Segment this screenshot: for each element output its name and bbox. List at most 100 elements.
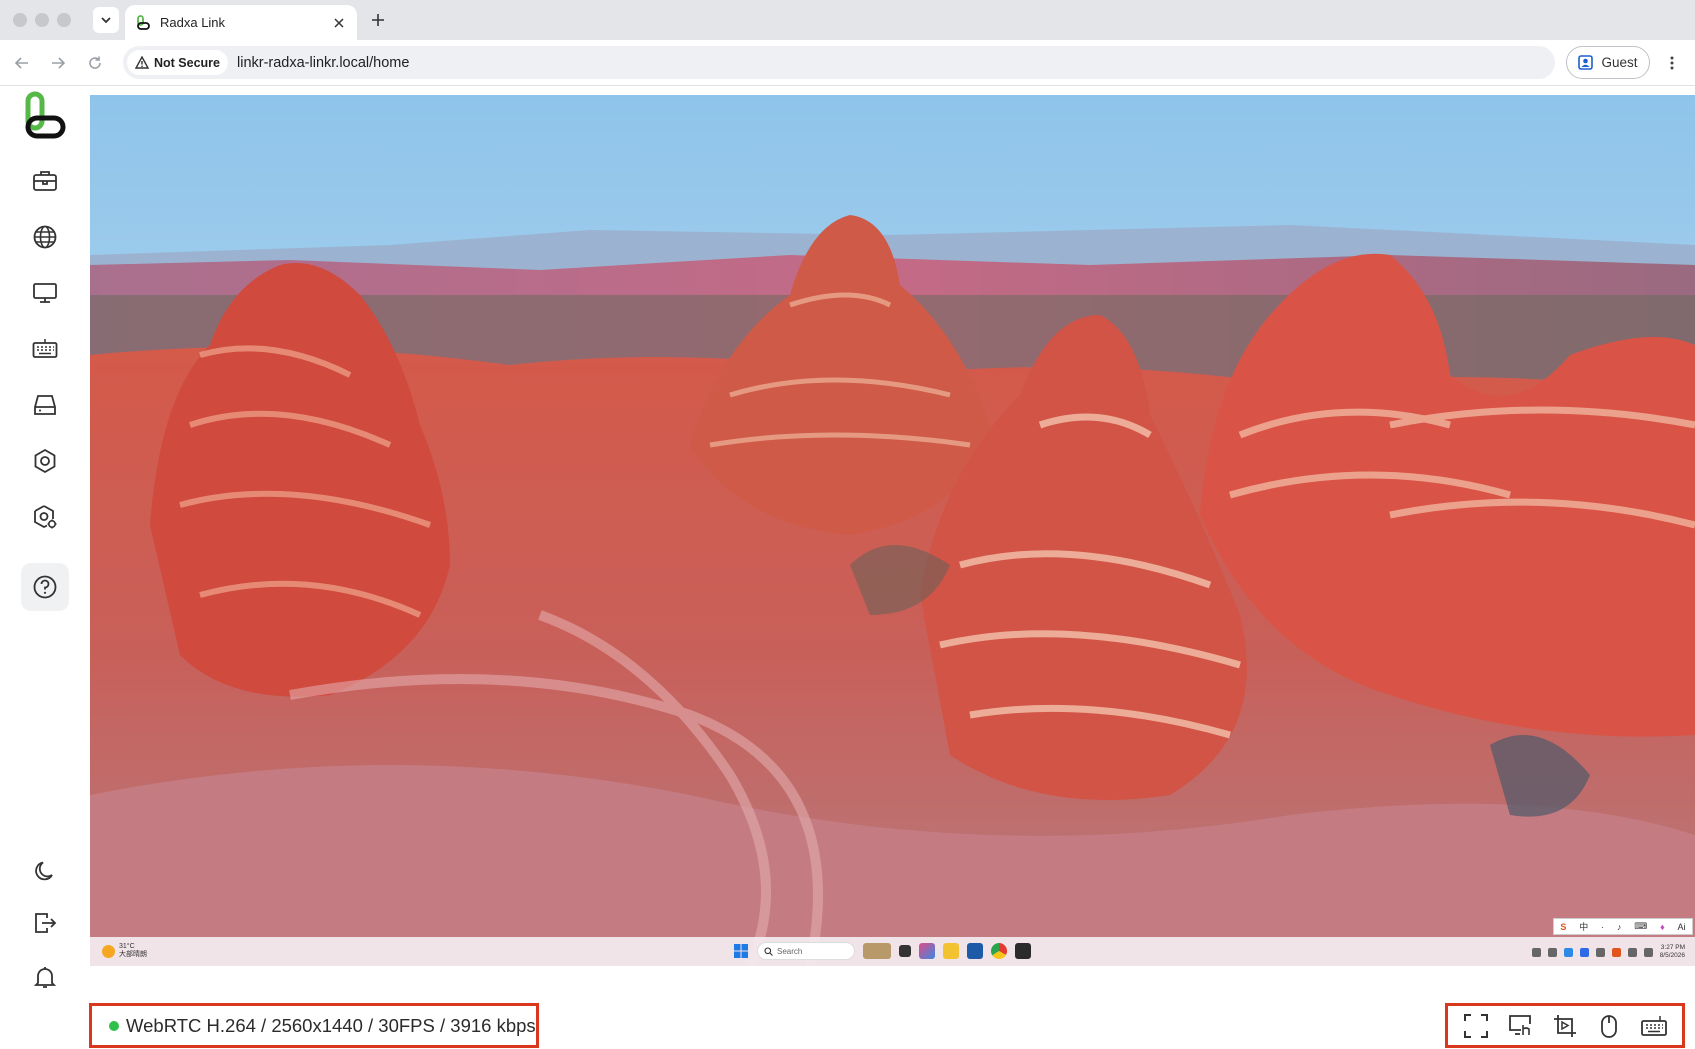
close-icon <box>334 17 344 28</box>
stream-status-bar: WebRTC H.264 / 2560x1440 / 30FPS / 3916 … <box>89 966 1695 1049</box>
notifications-button[interactable] <box>21 953 69 1001</box>
chrome-app-icon[interactable] <box>991 943 1007 959</box>
profile-badge-icon <box>1578 55 1594 70</box>
volume-icon[interactable] <box>1643 947 1653 957</box>
terminal-app-icon[interactable] <box>1015 943 1031 959</box>
ime-item[interactable]: · <box>1601 922 1604 932</box>
sidebar-item-help[interactable] <box>21 563 69 611</box>
address-bar[interactable]: Not Secure linkr-radxa-linkr.local/home <box>123 46 1555 79</box>
tab-close-button[interactable] <box>331 15 347 31</box>
app-sidebar <box>0 87 89 1049</box>
reload-button[interactable] <box>83 51 107 75</box>
browser-menu-button[interactable] <box>1662 51 1682 75</box>
tray-app-icon[interactable] <box>1611 947 1621 957</box>
ime-item[interactable]: Ai <box>1678 922 1686 932</box>
copilot-app-icon[interactable] <box>919 943 935 959</box>
browser-toolbar: Not Secure linkr-radxa-linkr.local/home … <box>0 40 1695 86</box>
forward-button[interactable] <box>46 51 70 75</box>
screen-touch-icon <box>1508 1014 1531 1035</box>
browser-tab[interactable]: Radxa Link <box>125 5 357 40</box>
taskbar-search[interactable]: Search <box>757 942 855 960</box>
sidebar-item-storage[interactable] <box>21 381 69 429</box>
virtual-keyboard-button[interactable] <box>1639 1011 1669 1041</box>
sidebar-item-display[interactable] <box>21 269 69 317</box>
browser-tab-strip: Radxa Link <box>0 0 1695 40</box>
plus-icon <box>372 14 384 26</box>
window-minimize-dot[interactable] <box>35 13 49 27</box>
weather-temperature: 31°C <box>119 943 135 950</box>
sun-icon <box>102 944 115 958</box>
theme-toggle-button[interactable] <box>21 847 69 895</box>
bluetooth-icon[interactable] <box>1579 947 1589 957</box>
profile-button[interactable]: Guest <box>1566 46 1650 79</box>
warning-triangle-icon <box>135 56 149 69</box>
store-app-icon[interactable] <box>967 943 983 959</box>
keyboard-icon <box>32 339 58 358</box>
moon-icon <box>35 861 53 881</box>
ime-item[interactable]: ♦ <box>1660 922 1665 932</box>
device-settings-icon <box>34 505 57 529</box>
taskbar-apps: Search <box>733 942 1031 960</box>
bell-icon <box>33 967 57 988</box>
weather-widget[interactable]: 31°C 大部晴朗 <box>102 943 147 959</box>
fullscreen-button[interactable] <box>1461 1011 1491 1041</box>
sidebar-item-network[interactable] <box>21 213 69 261</box>
more-vertical-icon <box>1670 56 1674 70</box>
tab-search-button[interactable] <box>93 7 119 33</box>
connection-status-dot <box>109 1020 119 1031</box>
search-icon <box>764 946 773 956</box>
profile-label: Guest <box>1601 55 1638 70</box>
window-zoom-dot[interactable] <box>57 13 71 27</box>
tray-app-icon[interactable] <box>1595 947 1605 957</box>
ime-item[interactable]: S <box>1560 922 1566 932</box>
logout-icon <box>35 913 57 933</box>
window-close-dot[interactable] <box>13 13 27 27</box>
remote-desktop-view[interactable]: S 中 · ♪ ⌨ ♦ Ai 31°C 大部晴朗 Search 3:27 PM … <box>90 95 1695 966</box>
clock-time: 3:27 PM <box>1660 944 1685 951</box>
new-tab-button[interactable] <box>366 8 390 32</box>
arrow-left-icon <box>14 57 28 69</box>
sidebar-item-settings[interactable] <box>21 437 69 485</box>
network-icon[interactable] <box>1627 947 1637 957</box>
screen-touch-button[interactable] <box>1506 1011 1536 1041</box>
storage-drive-icon <box>34 395 56 415</box>
weather-condition: 大部晴朗 <box>119 951 147 958</box>
desktop-wallpaper <box>90 95 1695 966</box>
mouse-mode-button[interactable] <box>1594 1011 1624 1041</box>
tray-expand-icon[interactable] <box>1531 947 1541 957</box>
ime-item[interactable]: ♪ <box>1617 922 1622 932</box>
arrow-right-icon <box>52 57 66 69</box>
monitor-icon <box>33 283 57 303</box>
widgets-app-icon[interactable] <box>863 943 891 959</box>
sidebar-item-device-settings[interactable] <box>21 493 69 541</box>
back-button[interactable] <box>10 51 34 75</box>
windows-taskbar: 31°C 大部晴朗 Search 3:27 PM 8/5/2026 <box>90 937 1695 966</box>
help-icon <box>33 575 57 599</box>
stream-info-text: WebRTC H.264 / 2560x1440 / 30FPS / 3916 … <box>126 1014 536 1036</box>
stream-info-box: WebRTC H.264 / 2560x1440 / 30FPS / 3916 … <box>89 1003 539 1048</box>
url-text[interactable]: linkr-radxa-linkr.local/home <box>237 55 409 71</box>
toolbox-icon <box>33 171 57 191</box>
ime-item[interactable]: ⌨ <box>1634 921 1647 932</box>
windows-start-icon[interactable] <box>733 943 749 959</box>
logout-button[interactable] <box>21 899 69 947</box>
fullscreen-icon <box>1464 1013 1489 1038</box>
radxa-favicon-icon <box>137 14 150 30</box>
file-explorer-icon[interactable] <box>943 943 959 959</box>
keyboard-icon <box>1640 1015 1667 1036</box>
tab-title: Radxa Link <box>160 15 226 30</box>
sidebar-item-keyboard[interactable] <box>21 325 69 373</box>
taskbar-clock[interactable]: 3:27 PM 8/5/2026 <box>1660 944 1685 960</box>
screen-capture-button[interactable] <box>1550 1011 1580 1041</box>
tray-app-icon[interactable] <box>1547 947 1557 957</box>
tray-app-icon[interactable] <box>1563 947 1573 957</box>
system-tray: 3:27 PM 8/5/2026 <box>1531 944 1685 960</box>
clock-date: 8/5/2026 <box>1659 952 1685 959</box>
ime-item[interactable]: 中 <box>1579 920 1588 933</box>
sidebar-item-toolbox[interactable] <box>21 157 69 205</box>
ime-toolbar[interactable]: S 中 · ♪ ⌨ ♦ Ai <box>1553 918 1693 935</box>
task-view-icon[interactable] <box>899 945 911 957</box>
stream-controls <box>1445 1003 1685 1048</box>
security-indicator[interactable]: Not Secure <box>127 50 228 75</box>
globe-icon <box>33 225 57 249</box>
